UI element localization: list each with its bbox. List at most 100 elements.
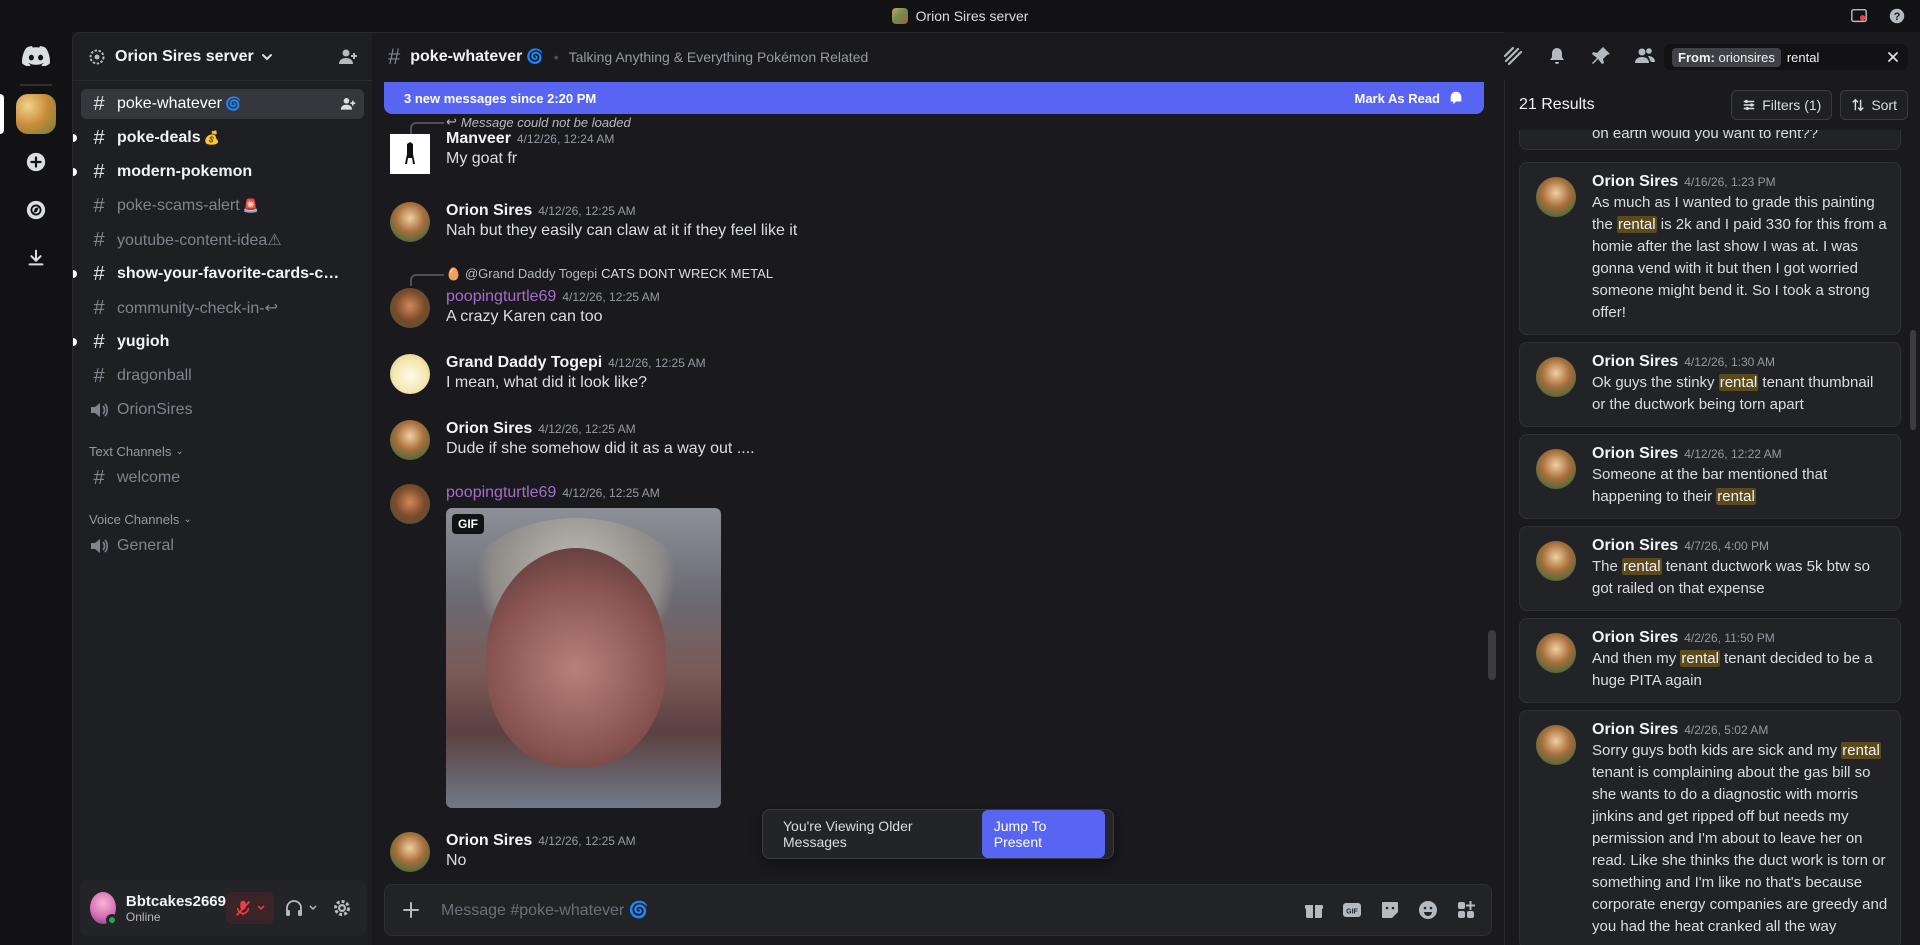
channel-label: youtube-content-idea⚠ bbox=[117, 232, 282, 249]
avatar[interactable] bbox=[390, 288, 430, 328]
message-author[interactable]: Orion Sires bbox=[446, 202, 532, 219]
mark-as-read-button[interactable]: Mark As Read bbox=[1355, 90, 1465, 106]
result-timestamp: 4/7/26, 4:00 PM bbox=[1684, 539, 1769, 553]
message[interactable]: Orion Sires 4/12/26, 12:25 AM Nah but the… bbox=[390, 202, 1470, 242]
channel-topic[interactable]: Talking Anything & Everything Pokémon Re… bbox=[569, 49, 869, 65]
message[interactable]: 🥚 @Grand Daddy Togepi CATS DONT WRECK ME… bbox=[390, 266, 1470, 328]
category-voice-channels[interactable]: Voice Channels ⌄ bbox=[81, 507, 364, 531]
channel-poke-deals[interactable]: # poke-deals 💰 bbox=[73, 123, 364, 153]
search-result-card[interactable]: Orion Sires 4/7/26, 4:00 PM The rental te… bbox=[1519, 526, 1901, 611]
threads-icon[interactable] bbox=[1502, 45, 1524, 67]
server-settings-icon bbox=[89, 49, 105, 65]
avatar[interactable] bbox=[390, 354, 430, 394]
result-author: Orion Sires bbox=[1592, 629, 1679, 646]
gift-icon[interactable] bbox=[1303, 899, 1325, 921]
message[interactable]: ↩ Message could not be loaded Manveer 4/1… bbox=[390, 114, 1470, 174]
channel-yugioh[interactable]: # yugioh bbox=[73, 327, 364, 357]
filter-value: orionsires bbox=[1718, 49, 1775, 65]
help-icon[interactable]: ? bbox=[1888, 7, 1906, 25]
channel-youtube-content-idea[interactable]: # youtube-content-idea⚠ bbox=[81, 225, 364, 255]
jump-to-present-button[interactable]: Jump To Present bbox=[981, 810, 1105, 858]
message[interactable]: poopingturtle69 4/12/26, 12:25 AM GIF bbox=[390, 484, 1470, 808]
hash-icon: # bbox=[93, 126, 105, 149]
gif-attachment[interactable]: GIF bbox=[446, 508, 721, 808]
reply-preview[interactable]: ↩ Message could not be loaded bbox=[410, 114, 631, 134]
avatar[interactable] bbox=[390, 420, 430, 460]
apps-icon[interactable] bbox=[1455, 899, 1477, 921]
message-input[interactable]: Message #poke-whatever 🌀 bbox=[441, 900, 649, 920]
message-author[interactable]: poopingturtle69 bbox=[446, 288, 556, 305]
search-result-card[interactable]: Orion Sires 4/2/26, 5:02 AM Sorry guys bo… bbox=[1519, 710, 1901, 945]
sort-button[interactable]: Sort bbox=[1840, 90, 1908, 120]
search-result-card[interactable]: Orion Sires 4/2/26, 11:50 PM And then my … bbox=[1519, 618, 1901, 703]
discover-button[interactable] bbox=[16, 190, 56, 230]
search-filter-chip[interactable]: From: orionsires bbox=[1672, 47, 1781, 67]
clear-search-icon[interactable] bbox=[1886, 50, 1900, 64]
reply-preview[interactable]: 🥚 @Grand Daddy Togepi CATS DONT WRECK ME… bbox=[410, 266, 773, 286]
add-attachment-icon[interactable] bbox=[399, 898, 423, 922]
results-scrollbar[interactable] bbox=[1910, 330, 1916, 430]
server-header[interactable]: Orion Sires server bbox=[73, 33, 372, 81]
rail-separator bbox=[20, 84, 52, 86]
pinned-messages-icon[interactable] bbox=[1590, 45, 1612, 67]
mute-microphone-button[interactable] bbox=[226, 892, 274, 924]
avatar[interactable] bbox=[390, 202, 430, 242]
unread-indicator bbox=[73, 270, 77, 278]
headphones-icon bbox=[286, 900, 302, 916]
channel-community-check-in[interactable]: # community-check-in-↩ bbox=[81, 293, 364, 323]
channel-modern-pokemon[interactable]: # modern-pokemon bbox=[73, 157, 364, 187]
sticker-icon[interactable] bbox=[1379, 899, 1401, 921]
search-highlight: rental bbox=[1680, 650, 1720, 667]
voice-channel-general[interactable]: General bbox=[81, 531, 364, 561]
message-author[interactable]: poopingturtle69 bbox=[446, 484, 556, 501]
inbox-icon[interactable] bbox=[1850, 7, 1868, 25]
message-author[interactable]: Orion Sires bbox=[446, 832, 532, 849]
avatar[interactable] bbox=[390, 484, 430, 524]
search-result-card[interactable]: Orion Sires 4/12/26, 1:30 AM Ok guys the … bbox=[1519, 342, 1901, 427]
user-status: Online bbox=[125, 909, 161, 924]
create-invite-icon[interactable] bbox=[340, 96, 356, 112]
avatar[interactable] bbox=[90, 892, 118, 926]
add-server-button[interactable] bbox=[16, 142, 56, 182]
category-text-channels[interactable]: Text Channels ⌄ bbox=[81, 439, 364, 463]
search-result-card[interactable]: on earth would you want to rent?? bbox=[1519, 130, 1901, 150]
message[interactable]: Grand Daddy Togepi 4/12/26, 12:25 AM I me… bbox=[390, 354, 1470, 394]
message[interactable]: Orion Sires 4/12/26, 12:25 AM Dude if she… bbox=[390, 420, 1470, 460]
search-result-card[interactable]: Orion Sires 4/12/26, 12:22 AM Someone at … bbox=[1519, 434, 1901, 519]
channel-dragonball[interactable]: # dragonball bbox=[81, 361, 364, 391]
channel-poke-whatever[interactable]: # poke-whatever 🌀 bbox=[81, 89, 364, 119]
filters-button[interactable]: Filters (1) bbox=[1731, 90, 1833, 120]
channel-emoji: 🌀 bbox=[224, 96, 242, 111]
member-list-icon[interactable] bbox=[1634, 45, 1656, 67]
result-timestamp: 4/12/26, 1:30 AM bbox=[1684, 355, 1775, 369]
new-messages-bar[interactable]: 3 new messages since 2:20 PM Mark As Rea… bbox=[384, 82, 1484, 114]
notification-bell-icon[interactable] bbox=[1546, 45, 1568, 67]
avatar[interactable] bbox=[390, 832, 430, 872]
search-result-card[interactable]: Orion Sires 4/16/26, 1:23 PM As much as I… bbox=[1519, 162, 1901, 335]
user-settings-button[interactable] bbox=[328, 892, 356, 924]
result-text-before: The bbox=[1592, 558, 1623, 575]
chevron-down-icon bbox=[260, 50, 274, 64]
search-input[interactable]: From: orionsires rental bbox=[1664, 44, 1908, 70]
invite-people-icon[interactable] bbox=[338, 47, 358, 67]
category-label: Voice Channels bbox=[89, 511, 180, 527]
chat-scrollbar[interactable] bbox=[1488, 630, 1496, 680]
server-orion-sires[interactable] bbox=[16, 94, 56, 134]
avatar[interactable] bbox=[390, 134, 430, 174]
channel-label: poke-deals bbox=[117, 129, 201, 146]
voice-channel-orionsires[interactable]: OrionSires bbox=[81, 395, 364, 425]
message-composer[interactable]: Message #poke-whatever 🌀 GIF bbox=[384, 884, 1492, 936]
deafen-button[interactable] bbox=[280, 892, 322, 924]
gif-picker-icon[interactable]: GIF bbox=[1341, 899, 1363, 921]
message-author[interactable]: Orion Sires bbox=[446, 420, 532, 437]
channel-welcome[interactable]: # welcome bbox=[81, 463, 364, 493]
emoji-icon[interactable] bbox=[1417, 899, 1439, 921]
online-status-indicator bbox=[105, 914, 118, 926]
message-author[interactable]: Manveer bbox=[446, 130, 511, 147]
channel-show-your-favorite-cards[interactable]: # show-your-favorite-cards-colle... bbox=[73, 259, 364, 289]
download-apps-button[interactable] bbox=[16, 238, 56, 278]
direct-messages-button[interactable] bbox=[16, 36, 56, 76]
search-highlight: rental bbox=[1622, 558, 1662, 575]
channel-poke-scams-alert[interactable]: # poke-scams-alert 🚨 bbox=[81, 191, 364, 221]
message-author[interactable]: Grand Daddy Togepi bbox=[446, 354, 602, 371]
